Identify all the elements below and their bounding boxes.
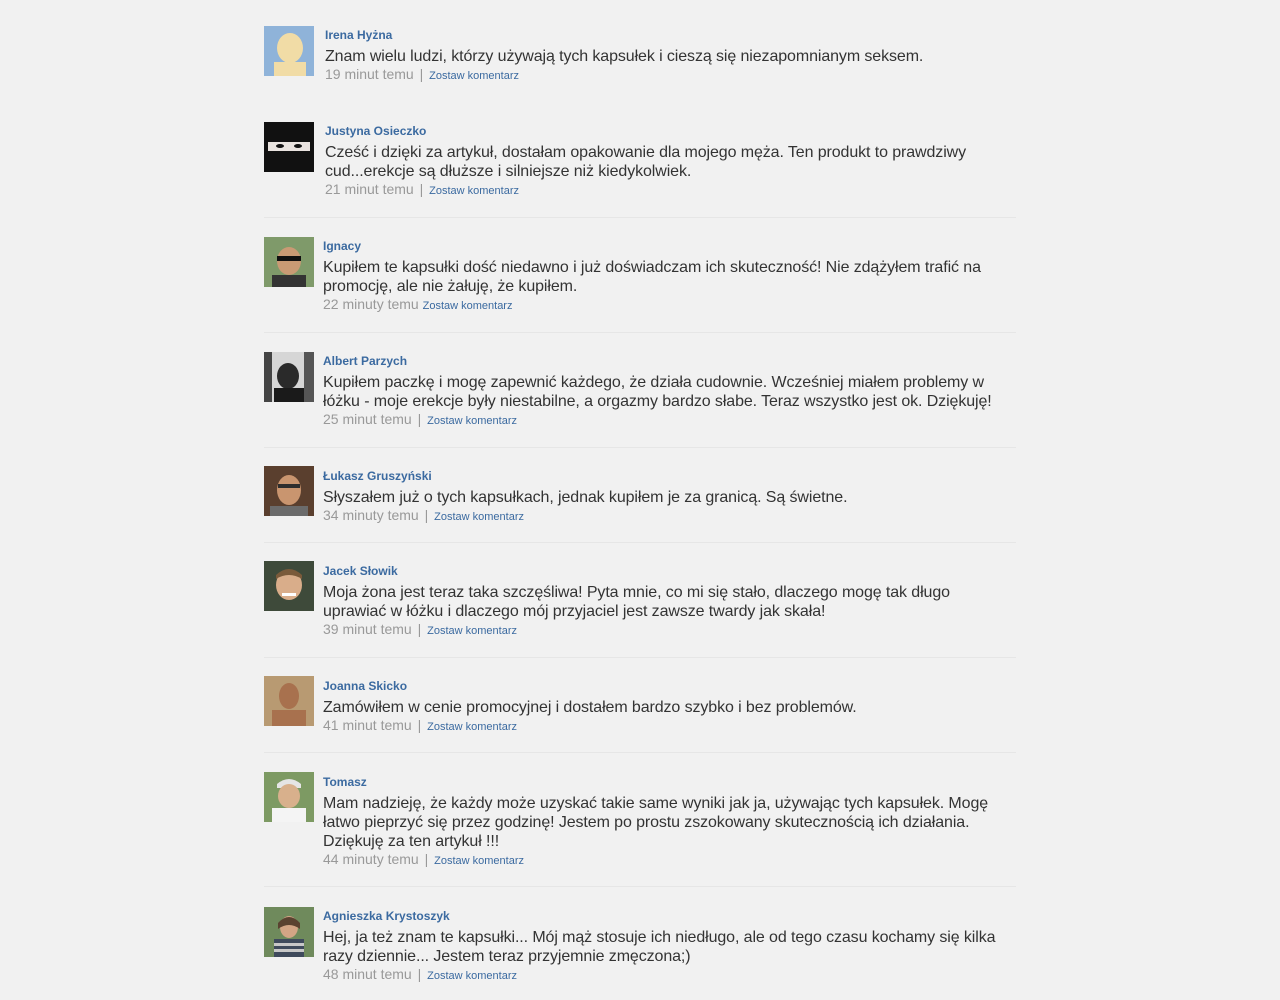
- comment-time: 25 minut temu: [323, 411, 412, 427]
- comment-meta: 19 minut temu | Zostaw komentarz: [325, 66, 1016, 84]
- avatar-photo: [264, 352, 314, 402]
- comment-time: 19 minut temu: [325, 66, 414, 82]
- avatar[interactable]: [264, 26, 314, 76]
- comment-time: 39 minut temu: [323, 621, 412, 637]
- reply-link[interactable]: Zostaw komentarz: [427, 721, 517, 733]
- comment-body: Tomasz Mam nadzieję, że każdy może uzysk…: [323, 772, 1016, 869]
- comment-body: Joanna Skicko Zamówiłem w cenie promocyj…: [323, 676, 1016, 735]
- comment: Agnieszka Krystoszyk Hej, ja też znam te…: [264, 906, 1016, 986]
- comment-time: 41 minut temu: [323, 717, 412, 733]
- comment: Łukasz Gruszyński Słyszałem już o tych k…: [264, 466, 1016, 526]
- divider: [264, 752, 1016, 753]
- comment-meta: 44 minuty temu | Zostaw komentarz: [323, 851, 1016, 869]
- comment-text: Kupiłem te kapsułki dość niedawno i już …: [323, 259, 981, 295]
- meta-separator: |: [424, 851, 429, 867]
- comment-text: Hej, ja też znam te kapsułki... Mój mąż …: [323, 929, 996, 965]
- comment-text: Znam wielu ludzi, którzy używają tych ka…: [325, 48, 924, 65]
- comment: Irena Hyżna Znam wielu ludzi, którzy uży…: [264, 25, 1016, 85]
- comment-meta: 22 minuty temu Zostaw komentarz: [323, 296, 1016, 314]
- comment-time: 48 minut temu: [323, 966, 412, 982]
- comment-meta: 25 minut temu | Zostaw komentarz: [323, 411, 1016, 429]
- comment-author[interactable]: Ignacy: [323, 239, 1016, 253]
- comment-meta: 34 minuty temu | Zostaw komentarz: [323, 507, 1016, 525]
- comment-text: Cześć i dzięki za artykuł, dostałam opak…: [325, 144, 966, 180]
- comment-time: 44 minuty temu: [323, 851, 419, 867]
- reply-link[interactable]: Zostaw komentarz: [429, 185, 519, 197]
- divider: [264, 886, 1016, 887]
- comment: Albert Parzych Kupiłem paczkę i mogę zap…: [264, 351, 1016, 431]
- comment-body: Justyna Osieczko Cześć i dzięki za artyk…: [325, 121, 1016, 199]
- comment-text: Moja żona jest teraz taka szczęśliwa! Py…: [323, 584, 950, 620]
- meta-separator: |: [419, 181, 424, 197]
- divider: [264, 447, 1016, 448]
- comment: Jacek Słowik Moja żona jest teraz taka s…: [264, 561, 1016, 641]
- comment-meta: 21 minut temu | Zostaw komentarz: [325, 181, 1016, 199]
- divider: [264, 657, 1016, 658]
- comment-meta: 41 minut temu | Zostaw komentarz: [323, 717, 1016, 735]
- avatar[interactable]: [264, 676, 314, 726]
- reply-link[interactable]: Zostaw komentarz: [434, 511, 524, 523]
- reply-link[interactable]: Zostaw komentarz: [429, 70, 519, 82]
- comment-body: Irena Hyżna Znam wielu ludzi, którzy uży…: [325, 25, 1016, 84]
- comment-author[interactable]: Jacek Słowik: [323, 564, 1016, 578]
- comment-author[interactable]: Łukasz Gruszyński: [323, 469, 1016, 483]
- comment-author[interactable]: Joanna Skicko: [323, 679, 1016, 693]
- avatar-photo: [264, 907, 314, 957]
- comment-body: Ignacy Kupiłem te kapsułki dość niedawno…: [323, 236, 1016, 314]
- avatar[interactable]: [264, 466, 314, 516]
- reply-link[interactable]: Zostaw komentarz: [434, 855, 524, 867]
- avatar-photo: [264, 26, 314, 76]
- reply-link[interactable]: Zostaw komentarz: [423, 300, 513, 312]
- comment-author[interactable]: Irena Hyżna: [325, 28, 1016, 42]
- comment-author[interactable]: Justyna Osieczko: [325, 124, 1016, 138]
- meta-separator: |: [417, 621, 422, 637]
- reply-link[interactable]: Zostaw komentarz: [427, 970, 517, 982]
- divider: [264, 542, 1016, 543]
- avatar-photo: [264, 466, 314, 516]
- avatar-photo: [264, 561, 314, 611]
- comment-author[interactable]: Tomasz: [323, 775, 1016, 789]
- divider: [264, 217, 1016, 218]
- avatar[interactable]: [264, 237, 314, 287]
- comment-text: Kupiłem paczkę i mogę zapewnić każdego, …: [323, 374, 992, 410]
- avatar[interactable]: [264, 907, 314, 957]
- comment: Justyna Osieczko Cześć i dzięki za artyk…: [264, 121, 1016, 201]
- comment-time: 34 minuty temu: [323, 507, 419, 523]
- comment-author[interactable]: Albert Parzych: [323, 354, 1016, 368]
- comment-text: Mam nadzieję, że każdy może uzyskać taki…: [323, 795, 989, 850]
- divider: [264, 332, 1016, 333]
- meta-separator: |: [417, 717, 422, 733]
- comment-body: Agnieszka Krystoszyk Hej, ja też znam te…: [323, 906, 1016, 984]
- comment-text: Słyszałem już o tych kapsułkach, jednak …: [323, 489, 848, 506]
- comment-meta: 39 minut temu | Zostaw komentarz: [323, 621, 1016, 639]
- comment-body: Albert Parzych Kupiłem paczkę i mogę zap…: [323, 351, 1016, 429]
- avatar-photo: [264, 122, 314, 172]
- meta-separator: |: [417, 411, 422, 427]
- avatar[interactable]: [264, 772, 314, 822]
- comment: Tomasz Mam nadzieję, że każdy może uzysk…: [264, 772, 1016, 872]
- meta-separator: |: [417, 966, 422, 982]
- avatar[interactable]: [264, 122, 314, 172]
- avatar-photo: [264, 676, 314, 726]
- comment-meta: 48 minut temu | Zostaw komentarz: [323, 966, 1016, 984]
- reply-link[interactable]: Zostaw komentarz: [427, 625, 517, 637]
- comment: Ignacy Kupiłem te kapsułki dość niedawno…: [264, 236, 1016, 316]
- comment-text: Zamówiłem w cenie promocyjnej i dostałem…: [323, 699, 857, 716]
- comment-time: 21 minut temu: [325, 181, 414, 197]
- meta-separator: |: [419, 66, 424, 82]
- meta-separator: |: [424, 507, 429, 523]
- avatar[interactable]: [264, 561, 314, 611]
- reply-link[interactable]: Zostaw komentarz: [427, 415, 517, 427]
- comment-author[interactable]: Agnieszka Krystoszyk: [323, 909, 1016, 923]
- avatar-photo: [264, 772, 314, 822]
- comment-body: Łukasz Gruszyński Słyszałem już o tych k…: [323, 466, 1016, 525]
- comment-body: Jacek Słowik Moja żona jest teraz taka s…: [323, 561, 1016, 639]
- avatar-photo: [264, 237, 314, 287]
- avatar[interactable]: [264, 352, 314, 402]
- comment-time: 22 minuty temu: [323, 296, 419, 312]
- comment: Joanna Skicko Zamówiłem w cenie promocyj…: [264, 676, 1016, 736]
